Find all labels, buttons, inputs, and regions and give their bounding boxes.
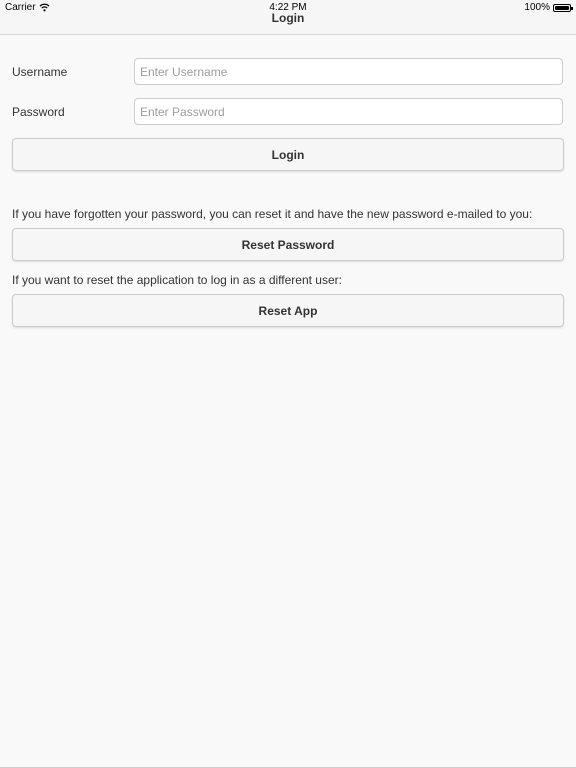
login-button[interactable]: Login <box>12 138 564 171</box>
battery-fill <box>555 5 569 10</box>
battery-tip <box>571 6 573 10</box>
reset-app-button[interactable]: Reset App <box>12 294 564 327</box>
username-label: Username <box>12 65 68 79</box>
reset-password-button[interactable]: Reset Password <box>12 228 564 261</box>
reset-password-info: If you have forgotten your password, you… <box>12 207 533 221</box>
username-input[interactable] <box>134 58 563 85</box>
reset-app-info: If you want to reset the application to … <box>12 273 342 287</box>
page-title: Login <box>271 11 305 25</box>
password-input[interactable] <box>134 98 563 125</box>
password-label: Password <box>12 105 65 119</box>
navigation-bar: Carrier 4:22 PM 100% Login <box>0 0 576 35</box>
